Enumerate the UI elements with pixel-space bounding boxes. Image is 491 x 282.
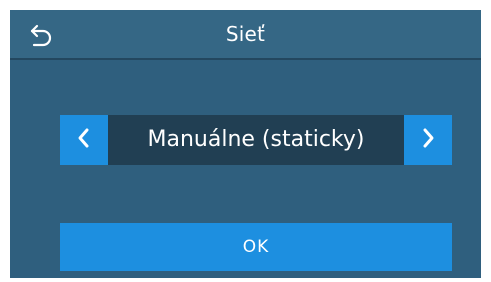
screen: Sieť Manuálne (staticky) OK (10, 10, 481, 278)
back-button[interactable] (25, 20, 59, 50)
chevron-right-icon (419, 127, 437, 153)
selected-network-mode: Manuálne (staticky) (108, 115, 404, 165)
chevron-left-icon (75, 127, 93, 153)
header-bar: Sieť (10, 10, 481, 60)
previous-option-button[interactable] (60, 115, 108, 165)
back-arrow-icon (29, 22, 55, 48)
next-option-button[interactable] (404, 115, 452, 165)
page-title: Sieť (225, 22, 266, 46)
ok-button[interactable]: OK (60, 223, 452, 271)
network-mode-selector: Manuálne (staticky) (60, 115, 452, 165)
